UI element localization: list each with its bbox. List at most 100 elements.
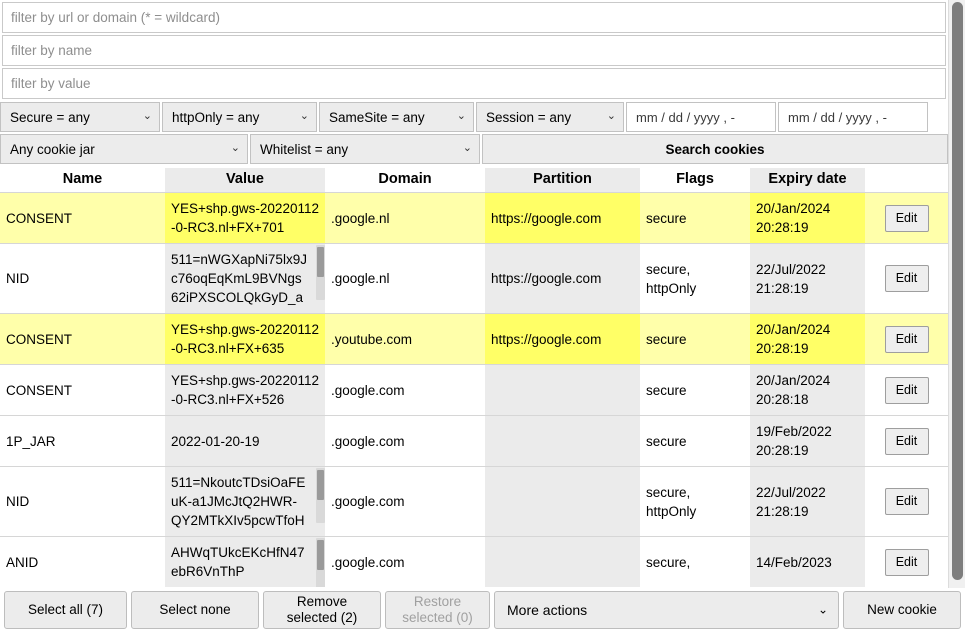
select-none-label: Select none [159, 602, 231, 617]
search-cookies-button[interactable]: Search cookies [482, 134, 948, 164]
more-actions-select[interactable]: More actions ⌄ [494, 591, 839, 629]
search-cookies-label: Search cookies [665, 141, 765, 157]
edit-button[interactable]: Edit [884, 548, 929, 576]
cell-partition: https://google.com [485, 192, 640, 244]
remove-selected-label: Remove selected (2) [286, 594, 358, 625]
whitelist-label: Whitelist = any [260, 141, 349, 157]
chevron-down-icon: ⌄ [142, 109, 152, 122]
cell-partition: https://google.com [485, 243, 640, 314]
remove-selected-button[interactable]: Remove selected (2) [263, 591, 381, 629]
table-row[interactable]: CONSENT YES+shp.gws-20220112-0-RC3.nl+FX+… [0, 313, 948, 365]
samesite-select[interactable]: SameSite = any ⌄ [319, 102, 474, 132]
restore-selected-label: Restore selected (0) [402, 594, 473, 625]
date-from-text: mm / dd / yyyy , - [636, 109, 735, 125]
cell-value-text: 511=NkoutcTDsiOaFEuK-a1JMcJtQ2HWR-QY2MTk… [171, 475, 306, 528]
cell-expiry: 14/Feb/2023 [750, 536, 865, 587]
chevron-down-icon: ⌄ [230, 141, 240, 154]
edit-button[interactable]: Edit [884, 427, 929, 455]
chevron-down-icon: ⌄ [606, 109, 616, 122]
column-header-value[interactable]: Value [165, 168, 325, 193]
cell-name: 1P_JAR [0, 415, 165, 467]
cell-flags: secure [640, 415, 750, 467]
cell-domain: .google.com [325, 536, 485, 587]
table-row[interactable]: NID 511=nWGXapNi75lx9Jc76oqEqKmL9BVNgs62i… [0, 243, 948, 314]
cell-name: NID [0, 243, 165, 314]
column-header-flags[interactable]: Flags [640, 168, 750, 193]
cell-actions: Edit [865, 364, 948, 416]
cell-expiry: 22/Jul/2022 21:28:19 [750, 466, 865, 537]
session-select-label: Session = any [486, 109, 572, 125]
cell-value-text: 511=nWGXapNi75lx9Jc76oqEqKmL9BVNgs62iPXS… [171, 252, 307, 305]
cell-value: 2022-01-20-19 [165, 415, 325, 467]
cell-value: YES+shp.gws-20220112-0-RC3.nl+FX+635 [165, 313, 325, 365]
filter-url-input[interactable] [2, 2, 946, 33]
table-row[interactable]: NID 511=NkoutcTDsiOaFEuK-a1JMcJtQ2HWR-QY2… [0, 466, 948, 537]
value-scrollbar[interactable] [316, 245, 325, 300]
cell-domain: .google.nl [325, 243, 485, 314]
new-cookie-label: New cookie [867, 602, 937, 617]
new-cookie-button[interactable]: New cookie [843, 591, 961, 629]
cookie-jar-select[interactable]: Any cookie jar ⌄ [0, 134, 248, 164]
cookies-table-head: Name Value Domain Partition Flags Expiry… [0, 168, 948, 193]
cell-name: CONSENT [0, 364, 165, 416]
vertical-scrollbar[interactable] [948, 0, 965, 632]
vertical-scrollbar-thumb[interactable] [952, 2, 963, 580]
value-scrollbar[interactable] [316, 538, 325, 587]
httponly-select[interactable]: httpOnly = any ⌄ [162, 102, 317, 132]
table-row[interactable]: 1P_JAR 2022-01-20-19 .google.com secure 19/F… [0, 415, 948, 467]
cell-flags: secure [640, 192, 750, 244]
cell-domain: .google.com [325, 466, 485, 537]
cell-flags: secure, httpOnly [640, 466, 750, 537]
select-all-button[interactable]: Select all (7) [4, 591, 127, 629]
filter-selects-row: Secure = any ⌄ httpOnly = any ⌄ SameSite… [0, 102, 948, 132]
chevron-down-icon: ⌄ [817, 602, 828, 617]
edit-button[interactable]: Edit [884, 376, 929, 404]
cell-partition [485, 415, 640, 467]
cell-value: 511=NkoutcTDsiOaFEuK-a1JMcJtQ2HWR-QY2MTk… [165, 466, 325, 537]
date-to-input[interactable]: mm / dd / yyyy , - [778, 102, 928, 132]
restore-selected-button[interactable]: Restore selected (0) [385, 591, 490, 629]
filter-inputs [0, 2, 948, 99]
edit-button[interactable]: Edit [884, 265, 929, 292]
cell-name: CONSENT [0, 313, 165, 365]
cell-actions: Edit [865, 536, 948, 587]
date-from-input[interactable]: mm / dd / yyyy , - [626, 102, 776, 132]
cell-name: NID [0, 466, 165, 537]
table-row[interactable]: CONSENT YES+shp.gws-20220112-0-RC3.nl+FX+… [0, 192, 948, 244]
edit-button[interactable]: Edit [884, 325, 929, 353]
jar-search-row: Any cookie jar ⌄ Whitelist = any ⌄ Searc… [0, 134, 948, 164]
chevron-down-icon: ⌄ [462, 141, 472, 154]
column-header-actions [865, 168, 948, 193]
cell-value-text: 2022-01-20-19 [171, 433, 260, 449]
date-to-text: mm / dd / yyyy , - [788, 109, 887, 125]
column-header-expiry[interactable]: Expiry date [750, 168, 865, 193]
edit-button[interactable]: Edit [884, 488, 929, 515]
select-none-button[interactable]: Select none [131, 591, 259, 629]
edit-button[interactable]: Edit [884, 204, 929, 232]
secure-select[interactable]: Secure = any ⌄ [0, 102, 160, 132]
cell-value: AHWqTUkcEKcHfN47ebR6VnThP [165, 536, 325, 587]
filter-value-input[interactable] [2, 68, 946, 99]
table-row[interactable]: CONSENT YES+shp.gws-20220112-0-RC3.nl+FX+… [0, 364, 948, 416]
cell-actions: Edit [865, 192, 948, 244]
cell-domain: .google.com [325, 364, 485, 416]
cell-value: 511=nWGXapNi75lx9Jc76oqEqKmL9BVNgs62iPXS… [165, 243, 325, 314]
cell-actions: Edit [865, 415, 948, 467]
filter-name-input[interactable] [2, 35, 946, 66]
cell-flags: secure [640, 313, 750, 365]
session-select[interactable]: Session = any ⌄ [476, 102, 624, 132]
column-header-domain[interactable]: Domain [325, 168, 485, 193]
column-header-name[interactable]: Name [0, 168, 165, 193]
cell-value-text: YES+shp.gws-20220112-0-RC3.nl+FX+701 [171, 201, 319, 235]
chevron-down-icon: ⌄ [299, 109, 309, 122]
cookie-manager-panel: Secure = any ⌄ httpOnly = any ⌄ SameSite… [0, 0, 965, 632]
secure-select-label: Secure = any [10, 109, 90, 125]
table-row[interactable]: ANID AHWqTUkcEKcHfN47ebR6VnThP .google.com… [0, 536, 948, 587]
value-scrollbar[interactable] [316, 468, 325, 523]
cell-actions: Edit [865, 243, 948, 314]
cell-flags: secure, httpOnly [640, 243, 750, 314]
select-all-label: Select all (7) [27, 602, 104, 617]
whitelist-select[interactable]: Whitelist = any ⌄ [250, 134, 480, 164]
column-header-partition[interactable]: Partition [485, 168, 640, 193]
cell-expiry: 20/Jan/2024 20:28:19 [750, 192, 865, 244]
